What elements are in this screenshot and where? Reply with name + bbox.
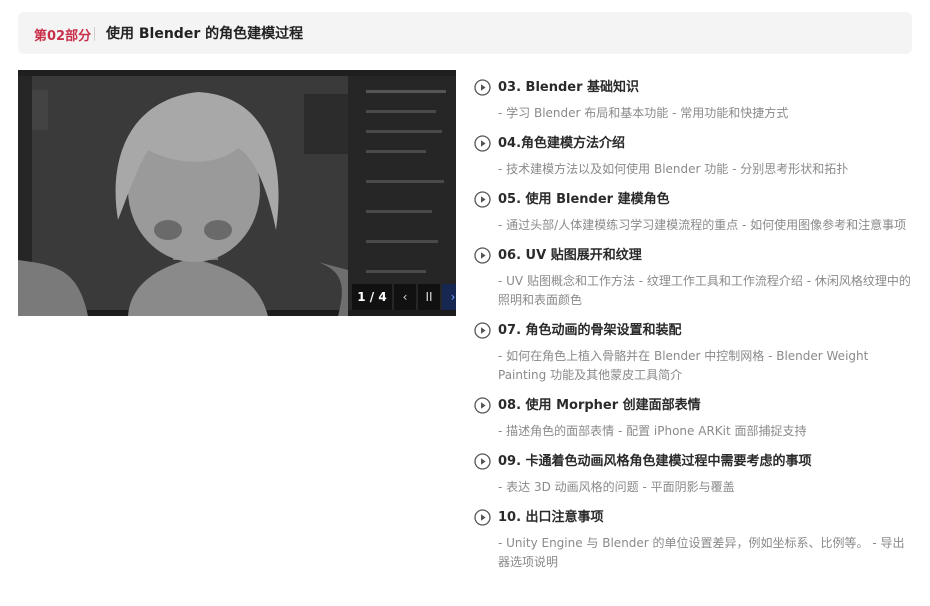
lesson-description: - 如何在角色上植入骨骼并在 Blender 中控制网格 - Blender W… (498, 349, 869, 382)
lesson-description: - 描述角色的面部表情 - 配置 iPhone ARKit 面部捕捉支持 (498, 424, 807, 438)
lesson-description: - 学习 Blender 布局和基本功能 - 常用功能和快捷方式 (498, 106, 789, 120)
lesson-description: - 技术建模方法以及如何使用 Blender 功能 - 分别思考形状和拓扑 (498, 162, 849, 176)
play-circle-icon (474, 247, 491, 264)
header-divider (94, 27, 95, 41)
section-title: 使用 Blender 的角色建模过程 (106, 26, 304, 42)
play-circle-icon (474, 453, 491, 470)
list-item[interactable]: 08. 使用 Morpher 创建面部表情 - 描述角色的面部表情 - 配置 i… (474, 396, 914, 441)
play-circle-icon (474, 191, 491, 208)
prev-slide-button[interactable]: ‹ (394, 284, 416, 310)
play-circle-icon (474, 397, 491, 414)
lesson-list: 03. Blender 基础知识 - 学习 Blender 布局和基本功能 - … (474, 78, 914, 572)
list-item[interactable]: 04.角色建模方法介绍 - 技术建模方法以及如何使用 Blender 功能 - … (474, 134, 914, 179)
play-circle-icon (474, 79, 491, 96)
lesson-title: 10. 出口注意事项 (498, 510, 604, 525)
list-item[interactable]: 10. 出口注意事项 - Unity Engine 与 Blender 的单位设… (474, 508, 914, 572)
lesson-title: 09. 卡通着色动画风格角色建模过程中需要考虑的事项 (498, 454, 812, 469)
lesson-description: - 表达 3D 动画风格的问题 - 平面阴影与覆盖 (498, 480, 735, 494)
next-slide-button[interactable]: › (442, 284, 456, 310)
list-item[interactable]: 07. 角色动画的骨架设置和装配 - 如何在角色上植入骨骼并在 Blender … (474, 321, 914, 385)
section-header: 第02部分 使用 Blender 的角色建模过程 (18, 12, 912, 54)
lesson-description: - 通过头部/人体建模练习学习建模流程的重点 - 如何使用图像参考和注意事项 (498, 218, 907, 232)
slide-counter: 1 / 4 (352, 284, 392, 310)
image-slider[interactable]: 1 / 4 ‹ II › (18, 70, 456, 316)
lesson-title: 06. UV 贴图展开和纹理 (498, 248, 642, 263)
list-item[interactable]: 05. 使用 Blender 建模角色 - 通过头部/人体建模练习学习建模流程的… (474, 190, 914, 235)
lesson-title: 08. 使用 Morpher 创建面部表情 (498, 398, 701, 413)
lesson-title: 04.角色建模方法介绍 (498, 136, 626, 151)
list-item[interactable]: 06. UV 贴图展开和纹理 - UV 贴图概念和工作方法 - 纹理工作工具和工… (474, 246, 914, 310)
lesson-title: 07. 角色动画的骨架设置和装配 (498, 323, 682, 338)
lesson-description: - Unity Engine 与 Blender 的单位设置差异，例如坐标系、比… (498, 536, 905, 569)
part-label: 第02部分 (34, 29, 92, 44)
list-item[interactable]: 09. 卡通着色动画风格角色建模过程中需要考虑的事项 - 表达 3D 动画风格的… (474, 452, 914, 497)
lesson-description: - UV 贴图概念和工作方法 - 纹理工作工具和工作流程介绍 - 休闲风格纹理中… (498, 274, 911, 307)
lesson-title: 03. Blender 基础知识 (498, 80, 640, 95)
slider-controls: 1 / 4 ‹ II › (352, 284, 456, 310)
play-circle-icon (474, 322, 491, 339)
lesson-title: 05. 使用 Blender 建模角色 (498, 192, 670, 207)
play-circle-icon (474, 135, 491, 152)
list-item[interactable]: 03. Blender 基础知识 - 学习 Blender 布局和基本功能 - … (474, 78, 914, 123)
blender-screenshot (18, 70, 456, 316)
play-circle-icon (474, 509, 491, 526)
pause-button[interactable]: II (418, 284, 440, 310)
